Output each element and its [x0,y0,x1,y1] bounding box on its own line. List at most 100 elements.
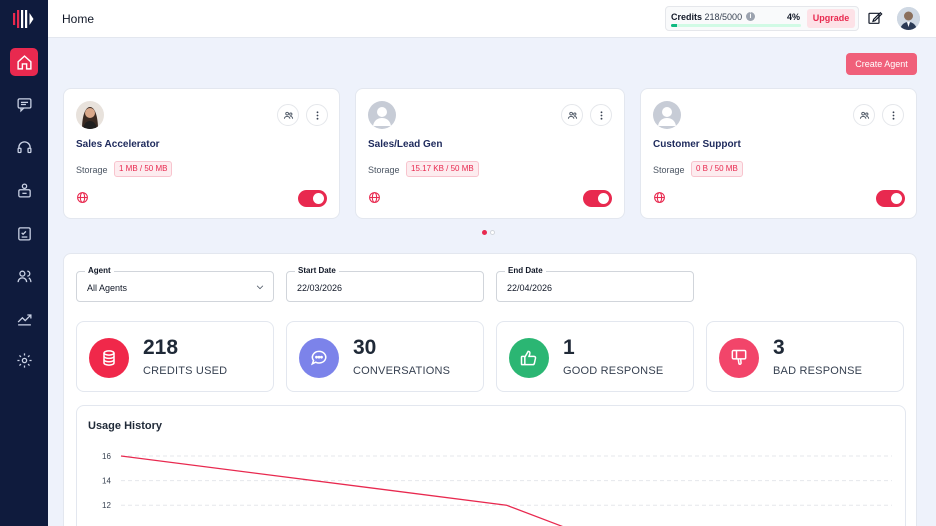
y-tick-label: 12 [102,501,111,510]
kebab-menu-icon [600,110,602,120]
end-date-label: End Date [505,266,546,275]
stat-icon-bg [719,338,759,378]
usage-history-card: Usage History 16 14 12 [76,405,906,526]
start-date-value: 22/03/2026 [297,283,343,293]
stat-card-conversations: 30 CONVERSATIONS [286,321,484,392]
agent-icon [17,182,31,198]
agent-select[interactable]: Agent All Agents [76,266,274,302]
more-options-button[interactable] [882,104,904,126]
storage-badge: 15.17 KB / 50 MB [406,161,479,177]
storage-badge: 0 B / 50 MB [691,161,743,177]
sidebar-item-support[interactable] [10,133,38,161]
manage-users-button[interactable] [561,104,583,126]
stat-icon-bg [89,338,129,378]
storage-badge: 1 MB / 50 MB [114,161,173,177]
carousel-dot[interactable] [490,230,495,235]
analytics-icon [17,313,32,326]
info-icon[interactable]: i [746,12,755,21]
dashboard-panel: Agent All Agents Start Date 22/03/2026 E… [63,253,917,526]
agent-select-value: All Agents [87,283,128,293]
y-tick-label: 16 [102,452,111,461]
agent-avatar [368,101,396,129]
carousel-dot-active[interactable] [482,230,487,235]
agent-card[interactable]: Customer Support Storage 0 B / 50 MB [640,88,917,219]
end-date-value: 22/04/2026 [507,283,553,293]
sidebar-item-settings[interactable] [10,346,38,374]
chat-icon [16,97,32,112]
manage-users-button[interactable] [853,104,875,126]
sidebar [0,0,48,526]
stat-label: GOOD RESPONSE [563,365,664,377]
agent-enabled-toggle[interactable] [298,190,327,207]
stat-label: CONVERSATIONS [353,365,451,377]
top-bar: Home Credits 218/5000 i 4% Upgrade [48,0,936,38]
usage-history-chart: 16 14 12 [102,452,892,526]
checklist-icon [17,226,31,241]
agent-select-label: Agent [85,266,114,275]
sidebar-item-users[interactable] [10,262,38,290]
stat-value: 30 [353,336,377,359]
globe-icon[interactable] [368,191,381,204]
conversation-icon [310,350,327,366]
globe-icon[interactable] [653,191,666,204]
home-icon [16,54,32,70]
agent-enabled-toggle[interactable] [583,190,612,207]
upgrade-button[interactable]: Upgrade [807,9,855,28]
y-tick-label: 14 [102,477,111,486]
sidebar-item-analytics[interactable] [10,304,38,332]
series-line [120,455,564,526]
end-date-field[interactable]: End Date 22/04/2026 [496,266,694,302]
stat-value: 3 [773,336,785,359]
globe-icon[interactable] [76,191,89,204]
stat-label: CREDITS USED [143,365,228,377]
agent-avatar [76,101,104,129]
storage-label: Storage [76,165,108,175]
sidebar-item-home[interactable] [10,48,38,76]
user-avatar[interactable] [897,7,920,30]
credits-percent: 4% [787,12,801,22]
coins-icon [103,350,115,366]
users-icon [16,270,32,282]
kebab-menu-icon [892,110,894,120]
more-options-button[interactable] [590,104,612,126]
thumbs-up-icon [520,350,537,366]
storage-label: Storage [653,165,685,175]
stat-icon-bg [509,338,549,378]
thumbs-down-icon [731,349,747,366]
agent-name: Customer Support [653,139,741,150]
stat-value: 218 [143,336,179,359]
kebab-menu-icon [316,110,318,120]
credits-progress-bar [671,24,801,27]
stat-value: 1 [563,336,575,359]
agent-card[interactable]: Sales/Lead Gen Storage 15.17 KB / 50 MB [355,88,625,219]
credits-progress-fill [671,24,677,27]
chevron-down-icon [256,285,264,290]
more-options-button[interactable] [306,104,328,126]
stat-icon-bg [299,338,339,378]
agent-enabled-toggle[interactable] [876,190,905,207]
create-agent-button[interactable]: Create Agent [846,53,917,75]
agent-name: Sales Accelerator [76,139,160,150]
stat-card-credits: 218 CREDITS USED [76,321,274,392]
credits-widget: Credits 218/5000 i 4% Upgrade [665,6,859,31]
credits-value: 218/5000 [704,12,743,22]
page-title: Home [62,12,95,26]
sidebar-item-chat[interactable] [10,90,38,118]
credits-label: Credits 218/5000 [671,12,743,22]
headset-icon [16,140,32,153]
start-date-label: Start Date [295,266,339,275]
storage-label: Storage [368,165,400,175]
manage-users-button[interactable] [277,104,299,126]
stat-card-good-response: 1 GOOD RESPONSE [496,321,694,392]
stat-label: BAD RESPONSE [773,365,863,377]
settings-icon [16,352,32,368]
stat-card-bad-response: 3 BAD RESPONSE [706,321,904,392]
agent-card[interactable]: Sales Accelerator Storage 1 MB / 50 MB [63,88,340,219]
agent-name: Sales/Lead Gen [368,139,443,150]
start-date-field[interactable]: Start Date 22/03/2026 [286,266,484,302]
sidebar-item-tasks[interactable] [10,219,38,247]
agent-avatar [653,101,681,129]
brand-logo [13,10,34,28]
sidebar-item-agents[interactable] [10,176,38,204]
edit-note-icon[interactable] [867,10,883,26]
